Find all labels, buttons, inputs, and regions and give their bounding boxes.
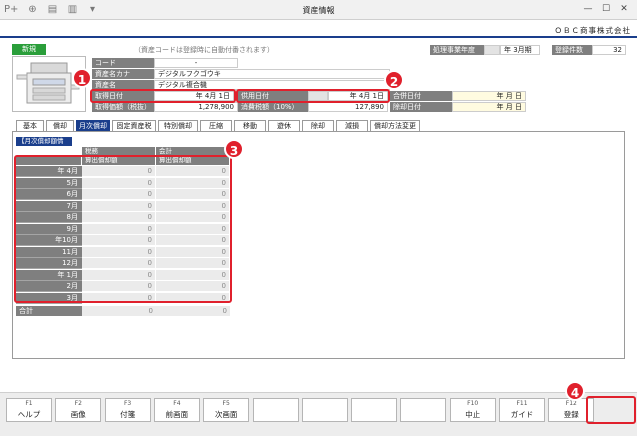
header-divider <box>0 36 637 38</box>
annotation-box-3 <box>14 155 232 303</box>
tab-2[interactable]: 償却 <box>46 120 74 131</box>
minimize-icon[interactable]: — <box>581 3 595 15</box>
fkey-f3-button[interactable]: F3 付箋 <box>104 398 151 422</box>
callout-2: 2 <box>384 70 404 90</box>
annotation-box-4 <box>586 396 636 424</box>
consumption-tax-field[interactable]: 127,890 <box>308 102 388 112</box>
code-field[interactable]: - <box>154 58 238 68</box>
merge-date-field[interactable]: 年 月 日 <box>452 91 526 101</box>
tab-9[interactable]: 除却 <box>302 120 334 131</box>
fkey-label: 付箋 <box>120 410 136 419</box>
tab-7[interactable]: 移動 <box>234 120 266 131</box>
fkey-f11-button[interactable]: F11 ガイド <box>499 398 545 422</box>
tab-4[interactable]: 固定資産税 <box>112 120 156 131</box>
total-accounting: 0 <box>156 306 230 316</box>
callout-3: 3 <box>224 139 244 159</box>
fkey-number: F1 <box>25 400 33 407</box>
fkey-number <box>352 399 396 409</box>
title-bar: P+ ⊕ ▤ ▥ ▾ 資産情報 — ☐ ✕ <box>0 0 637 20</box>
fkey-label: 前画面 <box>165 410 189 419</box>
fkey-label <box>303 409 347 421</box>
company-name: ＯＢＣ商事株式会社 <box>554 26 631 35</box>
callout-4: 4 <box>565 381 585 401</box>
auto-number-note: （資産コードは登録時に自動付番されます） <box>134 46 274 54</box>
new-badge: 新規 <box>12 44 46 55</box>
annotation-box-2 <box>236 89 390 103</box>
fkey-f5-button[interactable]: F5 次画面 <box>203 398 250 422</box>
annotation-box-1 <box>90 89 236 103</box>
maximize-icon[interactable]: ☐ <box>599 3 613 15</box>
fiscal-year-era <box>484 45 500 55</box>
fkey-f2-button[interactable]: F2 画像 <box>55 398 102 422</box>
tab-10[interactable]: 減損 <box>336 120 368 131</box>
fkey-blank-button[interactable] <box>301 398 348 422</box>
fkey-number: F10 <box>467 400 479 407</box>
consumption-tax-label: 消費税額（10%） <box>238 102 308 112</box>
tab-3[interactable]: 月次償却 <box>76 120 110 131</box>
tab-5[interactable]: 特別償却 <box>158 120 198 131</box>
tab-11[interactable]: 償却方法変更 <box>370 120 420 131</box>
fkey-number: F4 <box>173 400 181 407</box>
registered-count-value: 32 <box>592 45 626 55</box>
total-label: 合計 <box>16 306 82 316</box>
window-title: 資産情報 <box>302 6 335 15</box>
retirement-date-field[interactable]: 年 月 日 <box>452 102 526 112</box>
fkey-f10-button[interactable]: F10 中止 <box>449 398 496 422</box>
fkey-label <box>254 409 298 421</box>
fkey-number: F5 <box>222 400 230 407</box>
fkey-blank-button[interactable] <box>351 398 398 422</box>
fkey-number: F2 <box>74 400 82 407</box>
acquisition-price-label: 取得価額（税抜） <box>92 102 154 112</box>
fkey-label: 画像 <box>70 410 86 419</box>
kana-field[interactable]: デジタルフクゴウキ <box>154 69 390 79</box>
fiscal-year-value: 年 3月期 <box>500 45 540 55</box>
fkey-blank-button[interactable] <box>400 398 447 422</box>
kana-label: 資産名カナ <box>92 69 154 79</box>
fkey-blank-button[interactable] <box>252 398 299 422</box>
tab-6[interactable]: 圧縮 <box>200 120 232 131</box>
fkey-f1-button[interactable]: F1 ヘルプ <box>6 398 52 422</box>
tab-1[interactable]: 基本 <box>16 120 44 131</box>
fiscal-year-label: 処理事業年度 <box>430 45 484 55</box>
fkey-f4-button[interactable]: F4 前画面 <box>153 398 200 422</box>
close-icon[interactable]: ✕ <box>617 3 631 15</box>
fkey-number: F3 <box>123 400 132 407</box>
merge-date-label: 合併日付 <box>390 91 452 101</box>
fkey-label <box>401 409 445 421</box>
section-title: 【月次償却額情報】 <box>16 137 72 154</box>
fkey-label <box>352 409 396 421</box>
fkey-number: F11 <box>516 400 528 407</box>
fkey-label: 次画面 <box>214 410 238 419</box>
fkey-number <box>401 399 445 409</box>
total-tax: 0 <box>82 306 156 316</box>
fkey-label: 中止 <box>465 410 481 419</box>
retirement-date-label: 除却日付 <box>390 102 452 112</box>
code-label: コード <box>92 58 154 68</box>
fkey-number <box>303 399 347 409</box>
callout-1: 1 <box>72 68 92 88</box>
fkey-label: ヘルプ <box>17 410 41 419</box>
tab-8[interactable]: 遊休 <box>268 120 300 131</box>
fkey-number <box>254 399 298 409</box>
registered-count-label: 登録件数 <box>552 45 592 55</box>
fkey-label: ガイド <box>510 410 534 419</box>
acquisition-price-field[interactable]: 1,278,900 <box>154 102 238 112</box>
